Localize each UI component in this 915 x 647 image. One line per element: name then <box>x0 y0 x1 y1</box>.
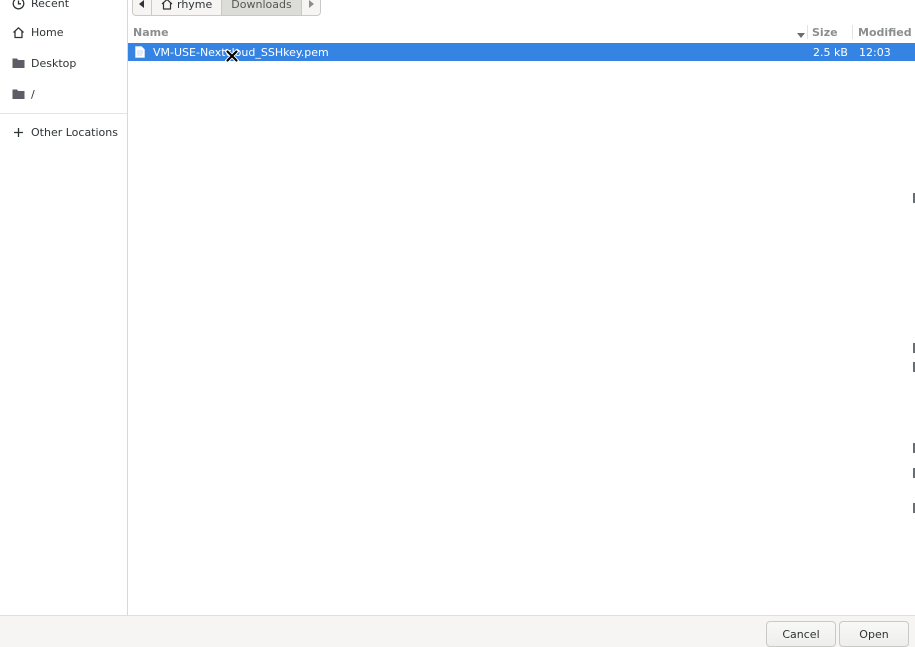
sidebar-item-label: / <box>31 87 35 101</box>
column-header-name[interactable]: Name <box>133 22 805 42</box>
folder-icon <box>11 87 25 101</box>
open-button[interactable]: Open <box>839 621 909 647</box>
file-row[interactable]: VM-USE-Nextcloud_SSHkey.pem 2.5 kB 12:03 <box>128 43 915 61</box>
home-icon <box>161 0 173 10</box>
dialog-footer: Cancel Open <box>0 615 915 647</box>
path-segment-label: Downloads <box>231 0 292 11</box>
clock-icon <box>11 0 25 10</box>
plus-icon <box>11 125 25 139</box>
path-back-button[interactable] <box>132 0 152 16</box>
path-segment-downloads[interactable]: Downloads <box>221 0 302 16</box>
sidebar-item-root[interactable]: / <box>0 80 127 108</box>
sidebar-item-home[interactable]: Home <box>0 18 127 46</box>
path-segment-home[interactable]: rhyme <box>151 0 223 16</box>
column-header-size[interactable]: Size <box>812 22 852 42</box>
sort-descending-icon <box>797 29 805 42</box>
sidebar-item-label: Desktop <box>31 56 77 70</box>
chevron-right-icon <box>308 0 314 11</box>
file-list-header: Name Size Modified <box>128 22 915 42</box>
sidebar-divider <box>0 113 127 114</box>
file-name: VM-USE-Nextcloud_SSHkey.pem <box>153 45 329 59</box>
path-segment-label: rhyme <box>177 0 213 11</box>
file-chooser-dialog: Recent Home Desktop / Other Locations rh… <box>0 0 915 647</box>
file-text-icon <box>135 43 145 61</box>
column-header-label: Modified <box>858 25 912 39</box>
sidebar-item-recent[interactable]: Recent <box>0 0 127 17</box>
sidebar-item-desktop[interactable]: Desktop <box>0 49 127 77</box>
chevron-left-icon <box>139 0 145 11</box>
column-header-modified[interactable]: Modified <box>858 22 915 42</box>
places-sidebar: Recent Home Desktop / Other Locations <box>0 0 128 615</box>
sidebar-item-label: Home <box>31 25 64 39</box>
path-forward-button[interactable] <box>300 0 321 16</box>
cancel-button[interactable]: Cancel <box>766 621 836 647</box>
column-header-label: Size <box>812 25 838 39</box>
file-size: 2.5 kB <box>813 45 848 59</box>
sidebar-item-label: Other Locations <box>31 125 118 139</box>
folder-icon <box>11 56 25 70</box>
path-bar: rhyme Downloads <box>132 0 321 16</box>
file-modified: 12:03 <box>859 45 891 59</box>
column-separator <box>852 25 853 39</box>
column-separator <box>807 25 808 39</box>
home-icon <box>11 25 25 39</box>
column-header-label: Name <box>133 25 169 39</box>
sidebar-item-label: Recent <box>31 0 70 10</box>
sidebar-item-other-locations[interactable]: Other Locations <box>0 118 127 146</box>
